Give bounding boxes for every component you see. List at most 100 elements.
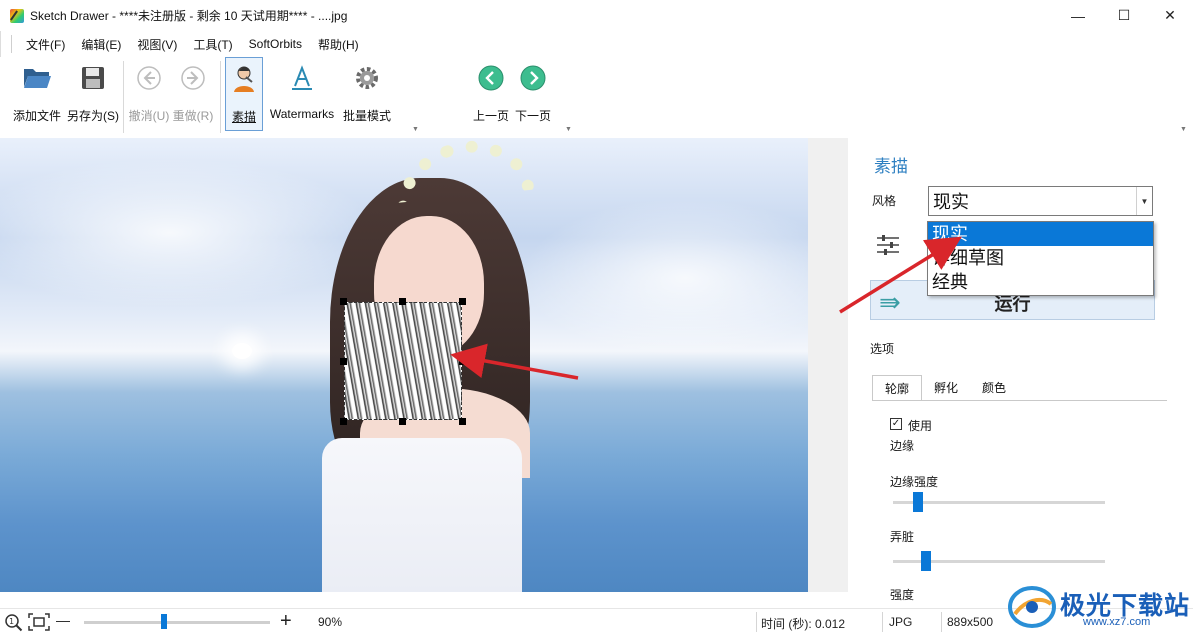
fit-screen-icon[interactable]	[28, 613, 50, 631]
menu-bar: 文件(F) 编辑(E) 视图(V) 工具(T) SoftOrbits 帮助(H)	[0, 31, 1193, 57]
status-separator	[756, 612, 757, 632]
watermark-url: www.xz7.com	[1083, 616, 1151, 628]
selection-handle[interactable]	[340, 418, 347, 425]
redo-arrow-icon	[178, 63, 208, 93]
style-option-realistic[interactable]: 现实	[928, 222, 1153, 246]
text-a-icon	[287, 63, 317, 93]
zoom-in-button[interactable]: +	[280, 610, 292, 633]
watermark-logo-icon	[1008, 586, 1056, 628]
selection-handle[interactable]	[459, 418, 466, 425]
options-tabs: 轮廓 孵化 颜色	[872, 375, 1018, 401]
sketch-mode-label: 素描	[231, 110, 256, 124]
photo-cloud	[520, 198, 808, 358]
tab-divider	[872, 400, 1167, 401]
selection-handle[interactable]	[399, 418, 406, 425]
sketch-mode-button[interactable]: 素描	[225, 57, 263, 131]
selection-handle[interactable]	[340, 298, 347, 305]
prev-arrow-icon	[476, 63, 506, 93]
floppy-disk-icon	[78, 63, 108, 93]
chevron-down-icon[interactable]: ▼	[1136, 187, 1152, 215]
photo-cloud	[0, 158, 380, 308]
watermarks-button[interactable]: Watermarks	[263, 57, 341, 131]
menu-tools[interactable]: 工具(T)	[185, 36, 240, 53]
selection-handle[interactable]	[340, 358, 347, 365]
prev-page-label: 上一页	[472, 109, 509, 123]
photo-dress	[322, 438, 522, 592]
menu-view[interactable]: 视图(V)	[129, 36, 185, 53]
panel-title: 素描	[874, 157, 908, 176]
style-option-detailed[interactable]: 详细草图	[928, 246, 1153, 270]
site-watermark: 极光下载站 www.xz7.com	[1005, 580, 1193, 634]
options-label: 选项	[870, 342, 895, 356]
style-label: 风格	[872, 194, 897, 208]
sketch-preview-selection[interactable]	[344, 302, 462, 420]
maximize-button[interactable]: ☐	[1101, 0, 1147, 31]
menu-help[interactable]: 帮助(H)	[310, 36, 367, 53]
toolbar-overflow-icon[interactable]: ▼	[1180, 126, 1187, 133]
format-label: JPG	[889, 615, 913, 629]
toolbar-file-group: 添加文件 另存为(S)	[8, 57, 120, 135]
batch-mode-button[interactable]: 批量模式	[341, 57, 393, 131]
settings-panel: 素描 风格 现实 ▼ ⇛ 运行 选项 轮廓 孵化 颜色 ✓ 使用 边缘 边缘强度…	[848, 138, 1193, 608]
toolbar-history-group: 撤消(U) 重做(R)	[127, 57, 215, 135]
portrait-sketch-icon	[229, 64, 259, 94]
window-controls: — ☐ ✕	[1055, 0, 1193, 31]
svg-text:1: 1	[9, 617, 14, 626]
tab-outline[interactable]: 轮廓	[872, 375, 923, 401]
redo-button[interactable]: 重做(R)	[171, 57, 215, 131]
use-label: 使用	[908, 419, 933, 433]
close-button[interactable]: ✕	[1147, 0, 1193, 31]
smudge-slider[interactable]	[921, 551, 932, 571]
menu-file[interactable]: 文件(F)	[18, 36, 73, 53]
toolbar-separator	[123, 61, 124, 133]
selection-handle[interactable]	[459, 298, 466, 305]
selection-handle[interactable]	[459, 358, 466, 365]
status-separator	[882, 612, 883, 632]
zoom-icon[interactable]: 1	[4, 613, 24, 633]
add-file-label: 添加文件	[12, 109, 61, 123]
zoom-out-button[interactable]: —	[56, 612, 70, 628]
prev-page-button[interactable]: 上一页	[470, 57, 512, 131]
menu-separator	[11, 35, 12, 53]
strength-label: 强度	[890, 588, 915, 602]
toolbar-overflow-icon[interactable]: ▼	[412, 126, 419, 133]
status-separator	[941, 612, 942, 632]
zoom-slider[interactable]	[161, 614, 168, 629]
save-as-label: 另存为(S)	[67, 109, 119, 123]
style-select[interactable]: 现实 ▼	[928, 186, 1153, 216]
tab-hatching[interactable]: 孵化	[922, 375, 970, 401]
edge-strength-slider[interactable]	[913, 492, 924, 512]
add-file-button[interactable]: 添加文件	[8, 57, 66, 131]
window-title: Sketch Drawer - ****未注册版 - 剩余 10 天试用期***…	[30, 9, 348, 23]
undo-button[interactable]: 撤消(U)	[127, 57, 171, 131]
toolbar-separator	[220, 61, 221, 133]
sliders-icon[interactable]	[876, 234, 900, 256]
edge-strength-track[interactable]	[893, 501, 1105, 504]
batch-mode-label: 批量模式	[342, 109, 391, 123]
toolbar-page-group: 上一页 下一页	[470, 57, 554, 135]
tab-color[interactable]: 颜色	[970, 375, 1018, 401]
watermarks-label: Watermarks	[269, 107, 335, 121]
edge-label: 边缘	[890, 439, 915, 453]
next-page-button[interactable]: 下一页	[512, 57, 554, 131]
undo-label: 撤消(U)	[128, 109, 170, 123]
style-dropdown-list: 现实 详细草图 经典	[927, 221, 1154, 296]
minimize-button[interactable]: —	[1055, 0, 1101, 31]
smudge-label: 弄脏	[890, 530, 915, 544]
use-checkbox[interactable]: ✓	[890, 418, 902, 430]
checkmark-icon: ✓	[891, 418, 901, 429]
app-icon	[10, 8, 24, 23]
menu-softorbits[interactable]: SoftOrbits	[241, 37, 310, 51]
title-bar: Sketch Drawer - ****未注册版 - 剩余 10 天试用期***…	[0, 0, 1193, 31]
edge-strength-label: 边缘强度	[890, 475, 939, 489]
zoom-slider-track[interactable]	[84, 621, 270, 624]
photo-sun	[232, 343, 252, 359]
menu-edit[interactable]: 编辑(E)	[73, 36, 129, 53]
style-option-classic[interactable]: 经典	[928, 270, 1153, 294]
selection-handle[interactable]	[399, 298, 406, 305]
toolbar-overflow-icon[interactable]: ▼	[565, 126, 572, 133]
image-canvas[interactable]	[0, 138, 808, 592]
save-as-button[interactable]: 另存为(S)	[66, 57, 120, 131]
toolbar: 添加文件 另存为(S) 撤消(U) 重做(R) 素描 Watermarks 批量…	[0, 57, 1193, 137]
next-arrow-icon	[518, 63, 548, 93]
